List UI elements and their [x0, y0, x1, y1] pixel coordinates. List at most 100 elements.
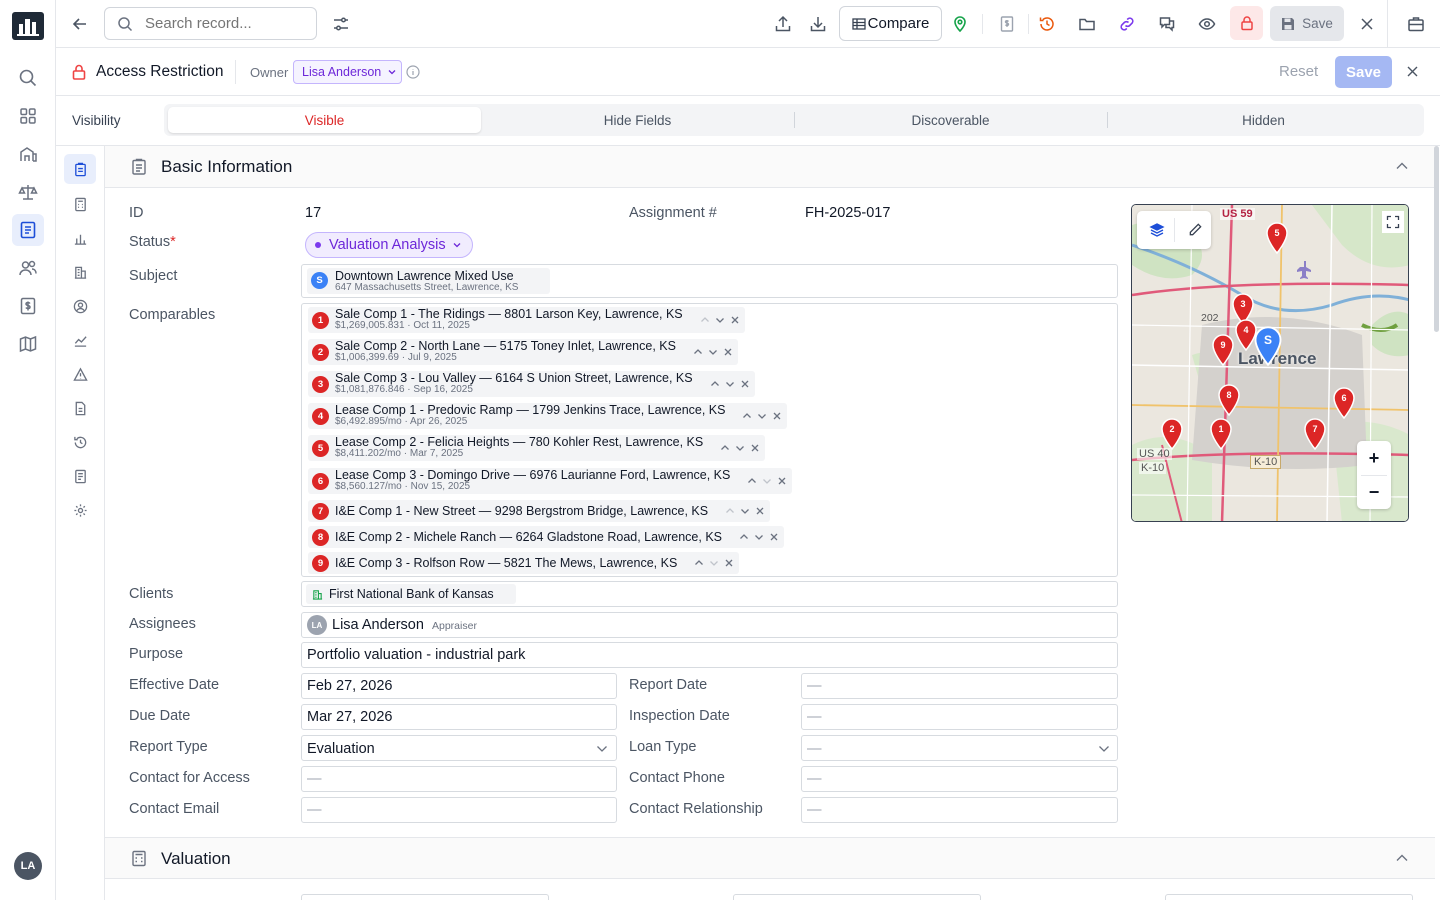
loan-type-select[interactable]: —	[801, 735, 1118, 761]
map-pin[interactable]: 6	[1332, 387, 1356, 419]
chevron-down-icon[interactable]	[734, 442, 746, 454]
comparable-chip[interactable]: 7 I&E Comp 1 - New Street — 9298 Bergstro…	[308, 500, 771, 522]
map-pin[interactable]: 2	[1160, 418, 1184, 450]
map-icon[interactable]	[12, 328, 44, 360]
remove-icon[interactable]	[776, 475, 788, 487]
dashboard-icon[interactable]	[12, 100, 44, 132]
comparable-chip[interactable]: 8 I&E Comp 2 - Michele Ranch — 6264 Glads…	[308, 526, 785, 548]
client-chip[interactable]: First National Bank of Kansas	[306, 584, 516, 604]
chevron-up-icon[interactable]	[1395, 161, 1409, 171]
chevron-down-icon[interactable]	[753, 531, 765, 543]
contact-phone-field[interactable]: —	[801, 766, 1118, 792]
visibility-option-hidden[interactable]: Hidden	[1107, 107, 1420, 133]
history-icon[interactable]	[64, 427, 96, 457]
scrollbar[interactable]	[1434, 146, 1439, 332]
remove-icon[interactable]	[729, 314, 741, 326]
clients-field[interactable]: First National Bank of Kansas	[301, 581, 1118, 607]
history-icon[interactable]	[1035, 12, 1059, 36]
remove-icon[interactable]	[739, 378, 751, 390]
comments-icon[interactable]	[1155, 12, 1179, 36]
map-pin[interactable]: 9	[1211, 334, 1235, 366]
remove-icon[interactable]	[768, 531, 780, 543]
user-circle-icon[interactable]	[64, 291, 96, 321]
report-type-select[interactable]: Evaluation	[301, 735, 617, 761]
map-pin[interactable]: 1	[1209, 418, 1233, 450]
close-icon[interactable]	[1406, 65, 1419, 78]
chevron-up-icon[interactable]	[699, 314, 711, 326]
chevron-down-icon[interactable]	[724, 378, 736, 390]
report-date-field[interactable]: —	[801, 673, 1118, 699]
calculator-icon[interactable]	[64, 189, 96, 219]
access-save-button[interactable]: Save	[1335, 56, 1392, 88]
toolbar-save-button[interactable]: Save	[1270, 6, 1344, 41]
reset-button[interactable]: Reset	[1279, 63, 1318, 80]
owner-select[interactable]: Lisa Anderson	[293, 60, 402, 84]
users-icon[interactable]	[12, 252, 44, 284]
visibility-option-discoverable[interactable]: Discoverable	[794, 107, 1107, 133]
comparables-field[interactable]: 1 Sale Comp 1 - The Ridings — 8801 Larson…	[301, 303, 1118, 577]
gear-icon[interactable]	[64, 495, 96, 525]
map-pin[interactable]: 5	[1265, 222, 1289, 254]
app-logo[interactable]	[12, 12, 44, 40]
comparable-chip[interactable]: 4 Lease Comp 1 - Predovic Ramp — 1799 Jen…	[308, 403, 788, 429]
visibility-option-hide-fields[interactable]: Hide Fields	[481, 107, 794, 133]
comparable-chip[interactable]: 3 Sale Comp 3 - Lou Valley — 6164 S Union…	[308, 371, 755, 397]
comparable-chip[interactable]: 6 Lease Comp 3 - Domingo Drive — 6976 Lau…	[308, 468, 793, 494]
info-icon[interactable]	[406, 65, 420, 79]
map-pin[interactable]: 7	[1303, 418, 1327, 450]
chevron-up-icon[interactable]	[741, 410, 753, 422]
remove-icon[interactable]	[749, 442, 761, 454]
comparables-map[interactable]: US 59 202 US 40 K-10 K-10 Lawrence 5 3 4…	[1131, 204, 1409, 522]
download-icon[interactable]	[806, 12, 830, 36]
comparable-chip[interactable]: 2 Sale Comp 2 - North Lane — 5175 Toney I…	[308, 339, 738, 365]
billing-icon[interactable]	[12, 290, 44, 322]
link-icon[interactable]	[1115, 12, 1139, 36]
document-icon[interactable]	[64, 393, 96, 423]
user-avatar[interactable]: LA	[14, 852, 42, 880]
comparable-chip[interactable]: 1 Sale Comp 1 - The Ridings — 8801 Larson…	[308, 307, 745, 333]
chevron-down-icon[interactable]	[761, 475, 773, 487]
filter-sliders-icon[interactable]	[329, 12, 353, 36]
visibility-option-visible[interactable]: Visible	[168, 107, 481, 133]
basic-information-header[interactable]: Basic Information	[105, 146, 1435, 188]
valuation-field[interactable]	[301, 894, 549, 900]
layers-icon[interactable]	[1149, 222, 1165, 238]
subject-chip[interactable]: S Downtown Lawrence Mixed Use 647 Massac…	[307, 268, 550, 294]
warning-icon[interactable]	[64, 359, 96, 389]
status-select[interactable]: Valuation Analysis	[305, 232, 473, 258]
contact-access-field[interactable]: —	[301, 766, 617, 792]
valuation-field[interactable]	[733, 894, 981, 900]
remove-icon[interactable]	[722, 346, 734, 358]
search-icon[interactable]	[12, 62, 44, 94]
search-input[interactable]	[145, 15, 305, 32]
assignees-field[interactable]: LA Lisa Anderson Appraiser	[301, 612, 1118, 638]
notes-icon[interactable]	[64, 461, 96, 491]
clipboard-icon[interactable]	[64, 154, 96, 184]
due-date-field[interactable]: Mar 27, 2026	[301, 704, 617, 730]
chevron-up-icon[interactable]	[1395, 853, 1409, 863]
chevron-down-icon[interactable]	[739, 505, 751, 517]
eye-icon[interactable]	[1195, 12, 1219, 36]
chevron-up-icon[interactable]	[746, 475, 758, 487]
subject-field[interactable]: S Downtown Lawrence Mixed Use 647 Massac…	[301, 264, 1118, 298]
chevron-up-icon[interactable]	[724, 505, 736, 517]
back-arrow-icon[interactable]	[68, 12, 92, 36]
purpose-field[interactable]: Portfolio valuation - industrial park	[301, 642, 1118, 668]
properties-icon[interactable]	[12, 138, 44, 170]
chevron-down-icon[interactable]	[714, 314, 726, 326]
chevron-up-icon[interactable]	[719, 442, 731, 454]
zoom-in-button[interactable]: +	[1357, 441, 1391, 475]
comparable-chip[interactable]: 5 Lease Comp 2 - Felicia Heights — 780 Ko…	[308, 435, 766, 461]
pencil-icon[interactable]	[1188, 222, 1203, 237]
map-pin[interactable]: 8	[1217, 384, 1241, 416]
chevron-up-icon[interactable]	[692, 346, 704, 358]
zoom-out-button[interactable]: −	[1357, 475, 1391, 509]
effective-date-field[interactable]: Feb 27, 2026	[301, 673, 617, 699]
chevron-down-icon[interactable]	[708, 557, 720, 569]
valuation-field[interactable]	[1165, 894, 1413, 900]
records-icon[interactable]	[12, 214, 44, 246]
chevron-down-icon[interactable]	[756, 410, 768, 422]
remove-icon[interactable]	[723, 557, 735, 569]
compare-button[interactable]: Compare	[839, 6, 942, 41]
chevron-down-icon[interactable]	[707, 346, 719, 358]
